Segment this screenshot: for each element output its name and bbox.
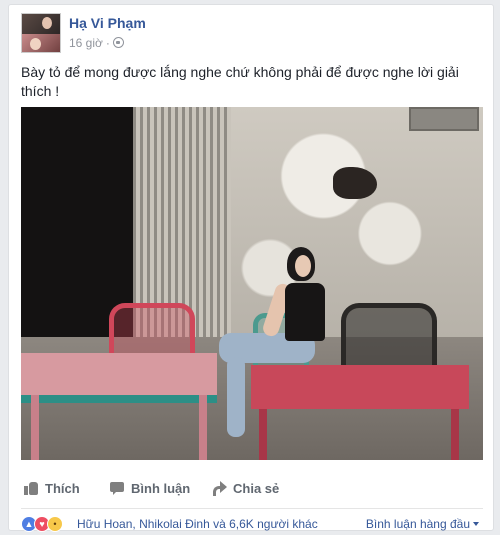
post-actions: Thích Bình luận Chia sẻ: [21, 475, 483, 501]
comment-sort-dropdown[interactable]: Bình luận hàng đầu: [366, 517, 479, 531]
avatar[interactable]: [21, 13, 61, 53]
wow-reaction-icon: •: [47, 516, 63, 532]
post-card: Hạ Vi Phạm 16 giờ · Bày tỏ để mong được l…: [8, 4, 494, 533]
share-button[interactable]: Chia sẻ: [211, 475, 279, 501]
like-label: Thích: [45, 480, 80, 496]
divider: [21, 508, 483, 509]
author-name[interactable]: Hạ Vi Phạm: [69, 15, 146, 31]
post-header: Hạ Vi Phạm 16 giờ ·: [21, 13, 481, 55]
post-time[interactable]: 16 giờ: [69, 36, 103, 50]
comment-sort-label: Bình luận hàng đầu: [365, 517, 470, 531]
reactors-text[interactable]: Hữu Hoan, Nhikolai Đinh và 6,6K người kh…: [77, 517, 318, 531]
share-label: Chia sẻ: [233, 480, 280, 496]
share-icon: [211, 480, 227, 496]
meta-separator: ·: [105, 36, 110, 50]
post-text: Bày tỏ để mong được lắng nghe chứ không …: [21, 64, 459, 99]
comment-label: Bình luận: [131, 480, 191, 496]
reaction-icons[interactable]: ▲ ♥ •: [21, 515, 63, 533]
comment-button[interactable]: Bình luận: [109, 475, 190, 501]
post-footer: ▲ ♥ • Hữu Hoan, Nhikolai Đinh và 6,6K ng…: [21, 515, 483, 533]
comment-icon: [109, 480, 125, 496]
post-meta: 16 giờ ·: [69, 36, 124, 50]
caret-down-icon: [473, 522, 479, 526]
like-button[interactable]: Thích: [23, 475, 80, 501]
post-photo[interactable]: [21, 107, 483, 460]
globe-icon[interactable]: [112, 37, 124, 48]
thumbs-up-icon: [23, 480, 39, 496]
